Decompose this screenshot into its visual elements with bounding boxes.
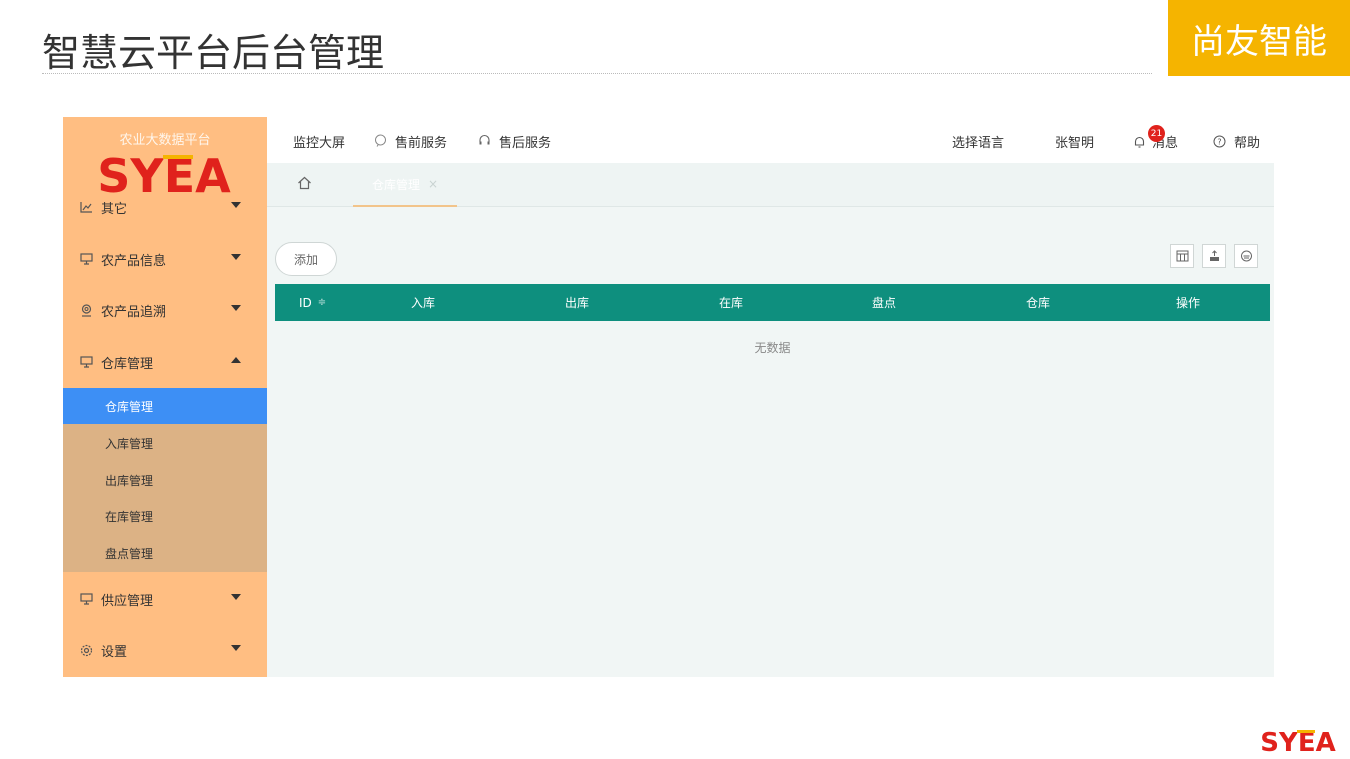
help-link[interactable]: ? 帮助 [1213, 132, 1260, 151]
submenu-item-inventory-check[interactable]: 盘点管理 [63, 535, 267, 571]
submenu-item-inbound[interactable]: 入库管理 [63, 425, 267, 461]
sidebar-item-supply[interactable]: 供应管理 [63, 577, 267, 621]
table-header: ID ≑ 入库 出库 在库 盘点 仓库 操作 [275, 284, 1270, 321]
submenu-item-warehouse[interactable]: 仓库管理 [63, 388, 267, 424]
slide-title: 智慧云平台后台管理 [42, 31, 385, 75]
main-content: 添加 ID ≑ 入库 出库 在库 盘点 仓库 操作 无数据 [267, 208, 1274, 677]
language-selector[interactable]: 选择语言 [952, 132, 1004, 151]
sidebar-item-label: 农产品追溯 [101, 304, 167, 320]
chevron-up-icon [231, 357, 241, 363]
bell-icon [1133, 135, 1146, 149]
app-window: 农业大数据平台 SYEA 其它 农产品信息 农产品追溯 仓库管理 仓库管理 入库… [63, 117, 1274, 677]
sort-icon[interactable]: ≑ [318, 297, 326, 308]
message-count-badge: 21 [1148, 125, 1165, 142]
columns-icon[interactable] [1170, 244, 1194, 268]
chevron-down-icon [231, 594, 241, 600]
column-header-actions: 操作 [1176, 296, 1201, 310]
sidebar-item-warehouse[interactable]: 仓库管理 [63, 340, 267, 384]
sidebar-item-settings[interactable]: 设置 [63, 628, 267, 672]
brand-badge: 尚友智能 [1168, 0, 1350, 76]
sidebar-item-label: 其它 [101, 201, 128, 217]
nav-label: 售后服务 [499, 136, 552, 151]
warehouse-submenu: 仓库管理 入库管理 出库管理 在库管理 盘点管理 [63, 388, 267, 572]
close-icon[interactable]: × [428, 177, 438, 191]
user-name[interactable]: 张智明 [1055, 132, 1094, 151]
sidebar-item-traceability[interactable]: 农产品追溯 [63, 288, 267, 332]
nav-aftersales[interactable]: 售后服务 [478, 132, 551, 151]
monitor-icon [79, 592, 93, 606]
platform-name: 农业大数据平台 [119, 133, 211, 148]
chart-icon [79, 200, 93, 214]
monitor-icon [79, 355, 93, 369]
help-icon: ? [1213, 135, 1226, 148]
column-header-inbound: 入库 [411, 296, 436, 310]
gear-icon [79, 643, 93, 657]
column-header-in-stock: 在库 [719, 296, 744, 310]
submenu-item-outbound[interactable]: 出库管理 [63, 462, 267, 498]
column-header-warehouse: 仓库 [1026, 296, 1051, 310]
monitor-icon [79, 252, 93, 266]
column-header-inventory-check: 盘点 [872, 296, 897, 310]
nav-monitor-screen[interactable]: 监控大屏 [293, 132, 345, 151]
svg-text:?: ? [1217, 138, 1221, 147]
submenu-item-in-stock[interactable]: 在库管理 [63, 498, 267, 534]
export-icon[interactable] [1202, 244, 1226, 268]
tab-warehouse-management[interactable]: 仓库管理 × [353, 163, 457, 207]
sidebar-item-other[interactable]: 其它 [63, 185, 267, 229]
chevron-down-icon [231, 254, 241, 260]
column-label: ID [299, 295, 312, 310]
empty-state-text: 无数据 [754, 341, 791, 355]
slide-divider [42, 73, 1152, 74]
column-header-id[interactable]: ID ≑ [299, 284, 326, 321]
sidebar-item-product-info[interactable]: 农产品信息 [63, 237, 267, 281]
help-label: 帮助 [1234, 136, 1261, 151]
chevron-down-icon [231, 305, 241, 311]
messages-link[interactable]: 消息 21 [1133, 125, 1178, 151]
chevron-down-icon [231, 202, 241, 208]
top-bar: 监控大屏 售前服务 售后服务 选择语言 张智明 消息 21 ? 帮助 [267, 117, 1274, 163]
tabs-bar: 仓库管理 × [267, 163, 1274, 207]
nav-presales[interactable]: 售前服务 [374, 132, 447, 151]
sidebar-item-label: 设置 [101, 644, 128, 660]
nav-label: 售前服务 [395, 136, 448, 151]
sidebar: 农业大数据平台 SYEA 其它 农产品信息 农产品追溯 仓库管理 仓库管理 入库… [63, 117, 267, 677]
location-icon [79, 303, 93, 317]
chat-icon [374, 134, 387, 150]
column-header-outbound: 出库 [565, 296, 590, 310]
sidebar-item-label: 农产品信息 [101, 253, 167, 269]
headset-icon [478, 134, 491, 150]
add-button[interactable]: 添加 [275, 242, 337, 276]
chevron-down-icon [231, 645, 241, 651]
sidebar-item-label: 仓库管理 [101, 356, 154, 372]
sidebar-item-label: 供应管理 [101, 593, 154, 609]
home-icon[interactable] [297, 175, 312, 194]
footer-logo: SYEA [1260, 728, 1335, 754]
table-tools [1162, 244, 1258, 268]
tab-label: 仓库管理 [371, 177, 420, 192]
print-icon[interactable] [1234, 244, 1258, 268]
nav-label: 监控大屏 [293, 136, 346, 151]
